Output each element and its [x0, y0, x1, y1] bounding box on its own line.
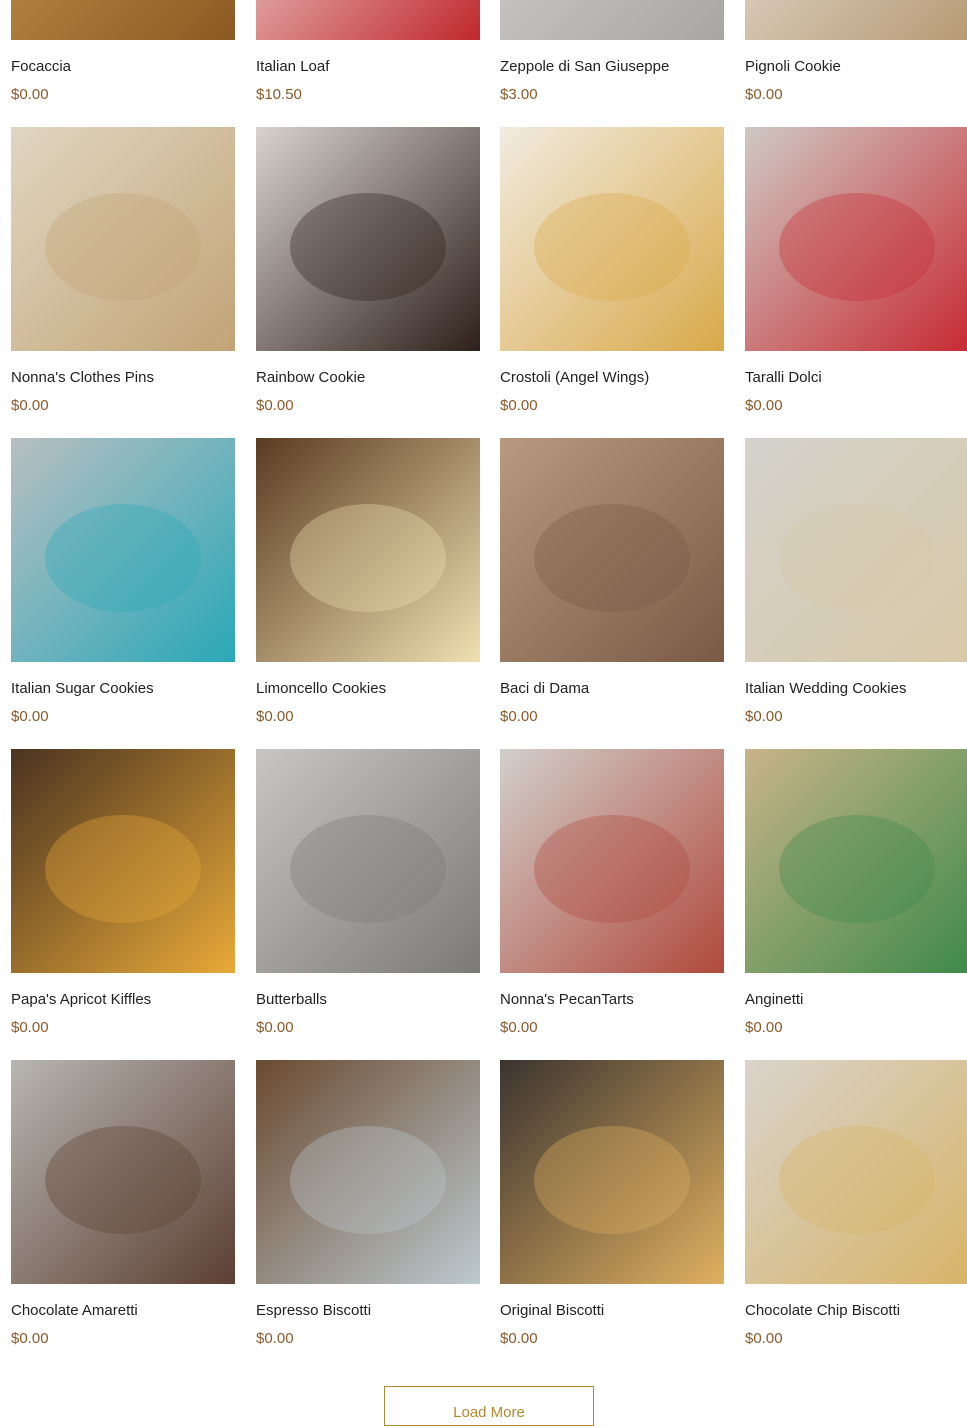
taralli-photo — [745, 127, 967, 351]
product-name[interactable]: Anginetti — [745, 991, 803, 1009]
product-name[interactable]: Espresso Biscotti — [256, 1302, 371, 1320]
clothes-pins-photo — [11, 127, 235, 351]
product-image[interactable] — [745, 438, 967, 662]
product-name[interactable]: Italian Sugar Cookies — [11, 680, 154, 698]
product-image[interactable] — [11, 749, 235, 973]
product-image[interactable] — [745, 127, 967, 351]
product-name[interactable]: Crostoli (Angel Wings) — [500, 369, 649, 387]
product-image[interactable] — [500, 0, 724, 40]
product-name[interactable]: Papa's Apricot Kiffles — [11, 991, 151, 1009]
product-price: $0.00 — [500, 708, 538, 725]
product-price: $0.00 — [256, 397, 294, 414]
product-image[interactable] — [500, 438, 724, 662]
pecan-tarts-photo — [500, 749, 724, 973]
product-price: $0.00 — [11, 86, 49, 103]
product-name[interactable]: Baci di Dama — [500, 680, 589, 698]
product-price: $0.00 — [745, 1019, 783, 1036]
kiffles-photo — [11, 749, 235, 973]
product-image[interactable] — [745, 1060, 967, 1284]
product-image[interactable] — [256, 438, 480, 662]
zeppole-photo — [500, 0, 724, 40]
product-price: $0.00 — [11, 397, 49, 414]
product-name[interactable]: Zeppole di San Giuseppe — [500, 58, 669, 76]
product-price: $0.00 — [500, 1019, 538, 1036]
product-image[interactable] — [256, 749, 480, 973]
product-price: $0.00 — [500, 1330, 538, 1347]
crostoli-photo — [500, 127, 724, 351]
pignoli-photo — [745, 0, 967, 40]
product-name[interactable]: Taralli Dolci — [745, 369, 822, 387]
product-price: $3.00 — [500, 86, 538, 103]
product-price: $0.00 — [256, 708, 294, 725]
butterballs-photo — [256, 749, 480, 973]
product-name[interactable]: Italian Loaf — [256, 58, 329, 76]
original-biscotti-photo — [500, 1060, 724, 1284]
sugar-cookies-photo — [11, 438, 235, 662]
product-image[interactable] — [11, 127, 235, 351]
product-name[interactable]: Limoncello Cookies — [256, 680, 386, 698]
bread-bag-photo — [256, 0, 480, 40]
product-price: $0.00 — [500, 397, 538, 414]
product-image[interactable] — [11, 1060, 235, 1284]
product-price: $10.50 — [256, 86, 302, 103]
limoncello-photo — [256, 438, 480, 662]
product-price: $0.00 — [11, 1019, 49, 1036]
product-name[interactable]: Nonna's Clothes Pins — [11, 369, 154, 387]
product-price: $0.00 — [11, 708, 49, 725]
product-name[interactable]: Rainbow Cookie — [256, 369, 365, 387]
product-price: $0.00 — [256, 1019, 294, 1036]
product-image[interactable] — [256, 0, 480, 40]
rainbow-cookie-photo — [256, 127, 480, 351]
product-image[interactable] — [500, 749, 724, 973]
product-price: $0.00 — [745, 86, 783, 103]
product-image[interactable] — [745, 749, 967, 973]
anginetti-photo — [745, 749, 967, 973]
product-price: $0.00 — [256, 1330, 294, 1347]
product-name[interactable]: Nonna's PecanTarts — [500, 991, 634, 1009]
product-image[interactable] — [500, 1060, 724, 1284]
product-image[interactable] — [500, 127, 724, 351]
product-name[interactable]: Original Biscotti — [500, 1302, 604, 1320]
product-name[interactable]: Focaccia — [11, 58, 71, 76]
product-name[interactable]: Pignoli Cookie — [745, 58, 841, 76]
chocolate-chip-biscotti-photo — [745, 1060, 967, 1284]
product-image[interactable] — [256, 127, 480, 351]
product-price: $0.00 — [745, 708, 783, 725]
product-image[interactable] — [256, 1060, 480, 1284]
product-price: $0.00 — [745, 397, 783, 414]
product-image[interactable] — [11, 0, 235, 40]
product-name[interactable]: Chocolate Amaretti — [11, 1302, 138, 1320]
wedding-cookies-photo — [745, 438, 967, 662]
product-name[interactable]: Italian Wedding Cookies — [745, 680, 906, 698]
product-name[interactable]: Chocolate Chip Biscotti — [745, 1302, 900, 1320]
product-name[interactable]: Butterballs — [256, 991, 327, 1009]
focaccia-photo — [11, 0, 235, 40]
baci-di-dama-photo — [500, 438, 724, 662]
amaretti-photo — [11, 1060, 235, 1284]
product-image[interactable] — [11, 438, 235, 662]
product-price: $0.00 — [11, 1330, 49, 1347]
load-more-button[interactable]: Load More — [384, 1386, 594, 1426]
product-image[interactable] — [745, 0, 967, 40]
product-price: $0.00 — [745, 1330, 783, 1347]
espresso-biscotti-photo — [256, 1060, 480, 1284]
